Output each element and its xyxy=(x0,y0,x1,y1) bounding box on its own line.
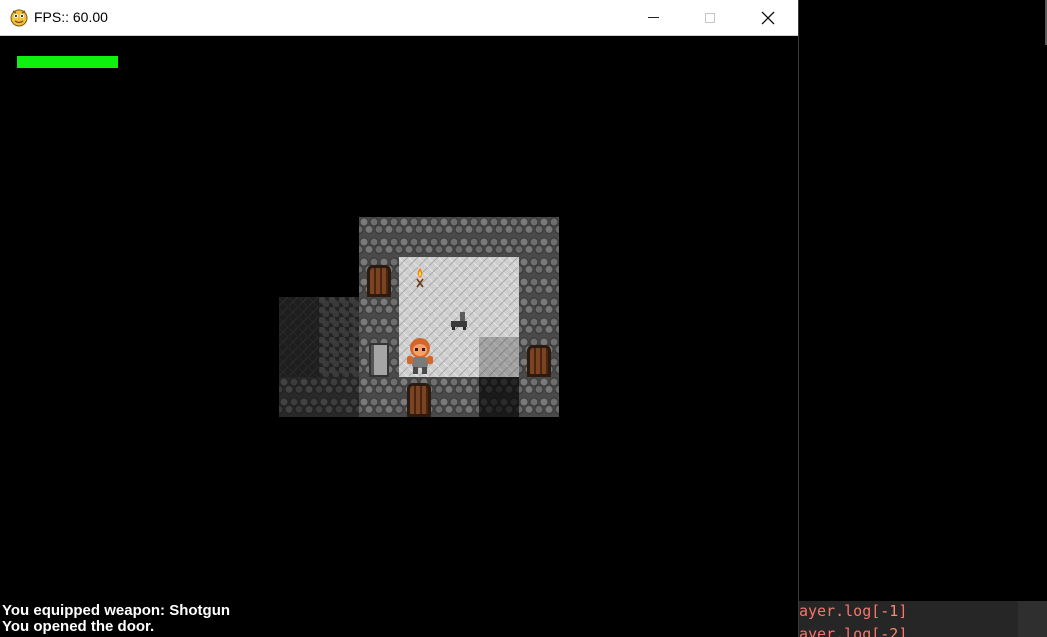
minimize-icon xyxy=(647,17,659,18)
pygame-snake-icon xyxy=(10,9,28,27)
door-closed xyxy=(407,383,431,417)
floor-tile xyxy=(439,337,479,377)
code-text: ] xyxy=(898,625,908,637)
code-editor-panel[interactable]: ayer.log[-1] ayer.log[-2] xyxy=(799,601,1047,637)
wall-tile xyxy=(439,377,479,417)
message-log: You equipped weapon: Shotgun You opened … xyxy=(2,603,230,635)
code-text: ayer.log[ xyxy=(799,625,881,637)
torch-icon xyxy=(416,268,424,288)
code-number: -2 xyxy=(880,625,899,637)
game-window: FPS:: 60.00 You equipped weapon: Shotgun… xyxy=(0,0,799,637)
maximize-icon xyxy=(705,12,715,23)
window-title: FPS:: 60.00 xyxy=(34,9,108,25)
wall-tile xyxy=(479,217,519,257)
door-closed xyxy=(527,345,551,377)
wall-tile xyxy=(359,377,399,417)
code-line: ayer.log[-2] xyxy=(799,625,907,637)
game-canvas[interactable]: You equipped weapon: Shotgun You opened … xyxy=(0,36,798,637)
chair-icon xyxy=(451,312,467,330)
title-bar[interactable]: FPS:: 60.00 xyxy=(0,0,798,36)
close-icon xyxy=(761,11,775,24)
rubble-tile xyxy=(319,337,359,377)
wall-tile xyxy=(279,377,319,417)
door-open xyxy=(369,343,389,377)
code-line: ayer.log[-1] xyxy=(799,602,907,620)
wall-tile xyxy=(519,297,559,337)
rubble-tile xyxy=(319,297,359,337)
editor-side-panel xyxy=(1018,601,1047,637)
log-message: You opened the door. xyxy=(2,618,155,635)
floor-tile xyxy=(479,337,519,377)
code-number: -1 xyxy=(880,602,899,620)
unexplored-floor-tile xyxy=(279,337,319,377)
wall-tile xyxy=(479,377,519,417)
door-closed xyxy=(367,265,391,297)
dungeon-map xyxy=(0,36,798,637)
floor-tile xyxy=(399,297,439,337)
wall-tile xyxy=(319,377,359,417)
log-message: You equipped weapon: Shotgun xyxy=(2,602,231,619)
wall-tile xyxy=(359,297,399,337)
wall-tile xyxy=(359,217,399,257)
floor-tile xyxy=(479,297,519,337)
wall-tile xyxy=(519,257,559,297)
code-editor-background xyxy=(799,0,1047,637)
unexplored-floor-tile xyxy=(279,297,319,337)
code-text: ayer.log[ xyxy=(799,602,881,620)
player-character xyxy=(407,338,433,374)
wall-tile xyxy=(519,377,559,417)
floor-tile xyxy=(479,257,519,297)
close-button[interactable] xyxy=(745,0,791,35)
minimize-button[interactable] xyxy=(630,0,676,35)
maximize-button[interactable] xyxy=(687,0,733,35)
floor-tile xyxy=(439,257,479,297)
wall-tile xyxy=(439,217,479,257)
wall-tile xyxy=(519,217,559,257)
code-text: ] xyxy=(898,602,908,620)
wall-tile xyxy=(399,217,439,257)
